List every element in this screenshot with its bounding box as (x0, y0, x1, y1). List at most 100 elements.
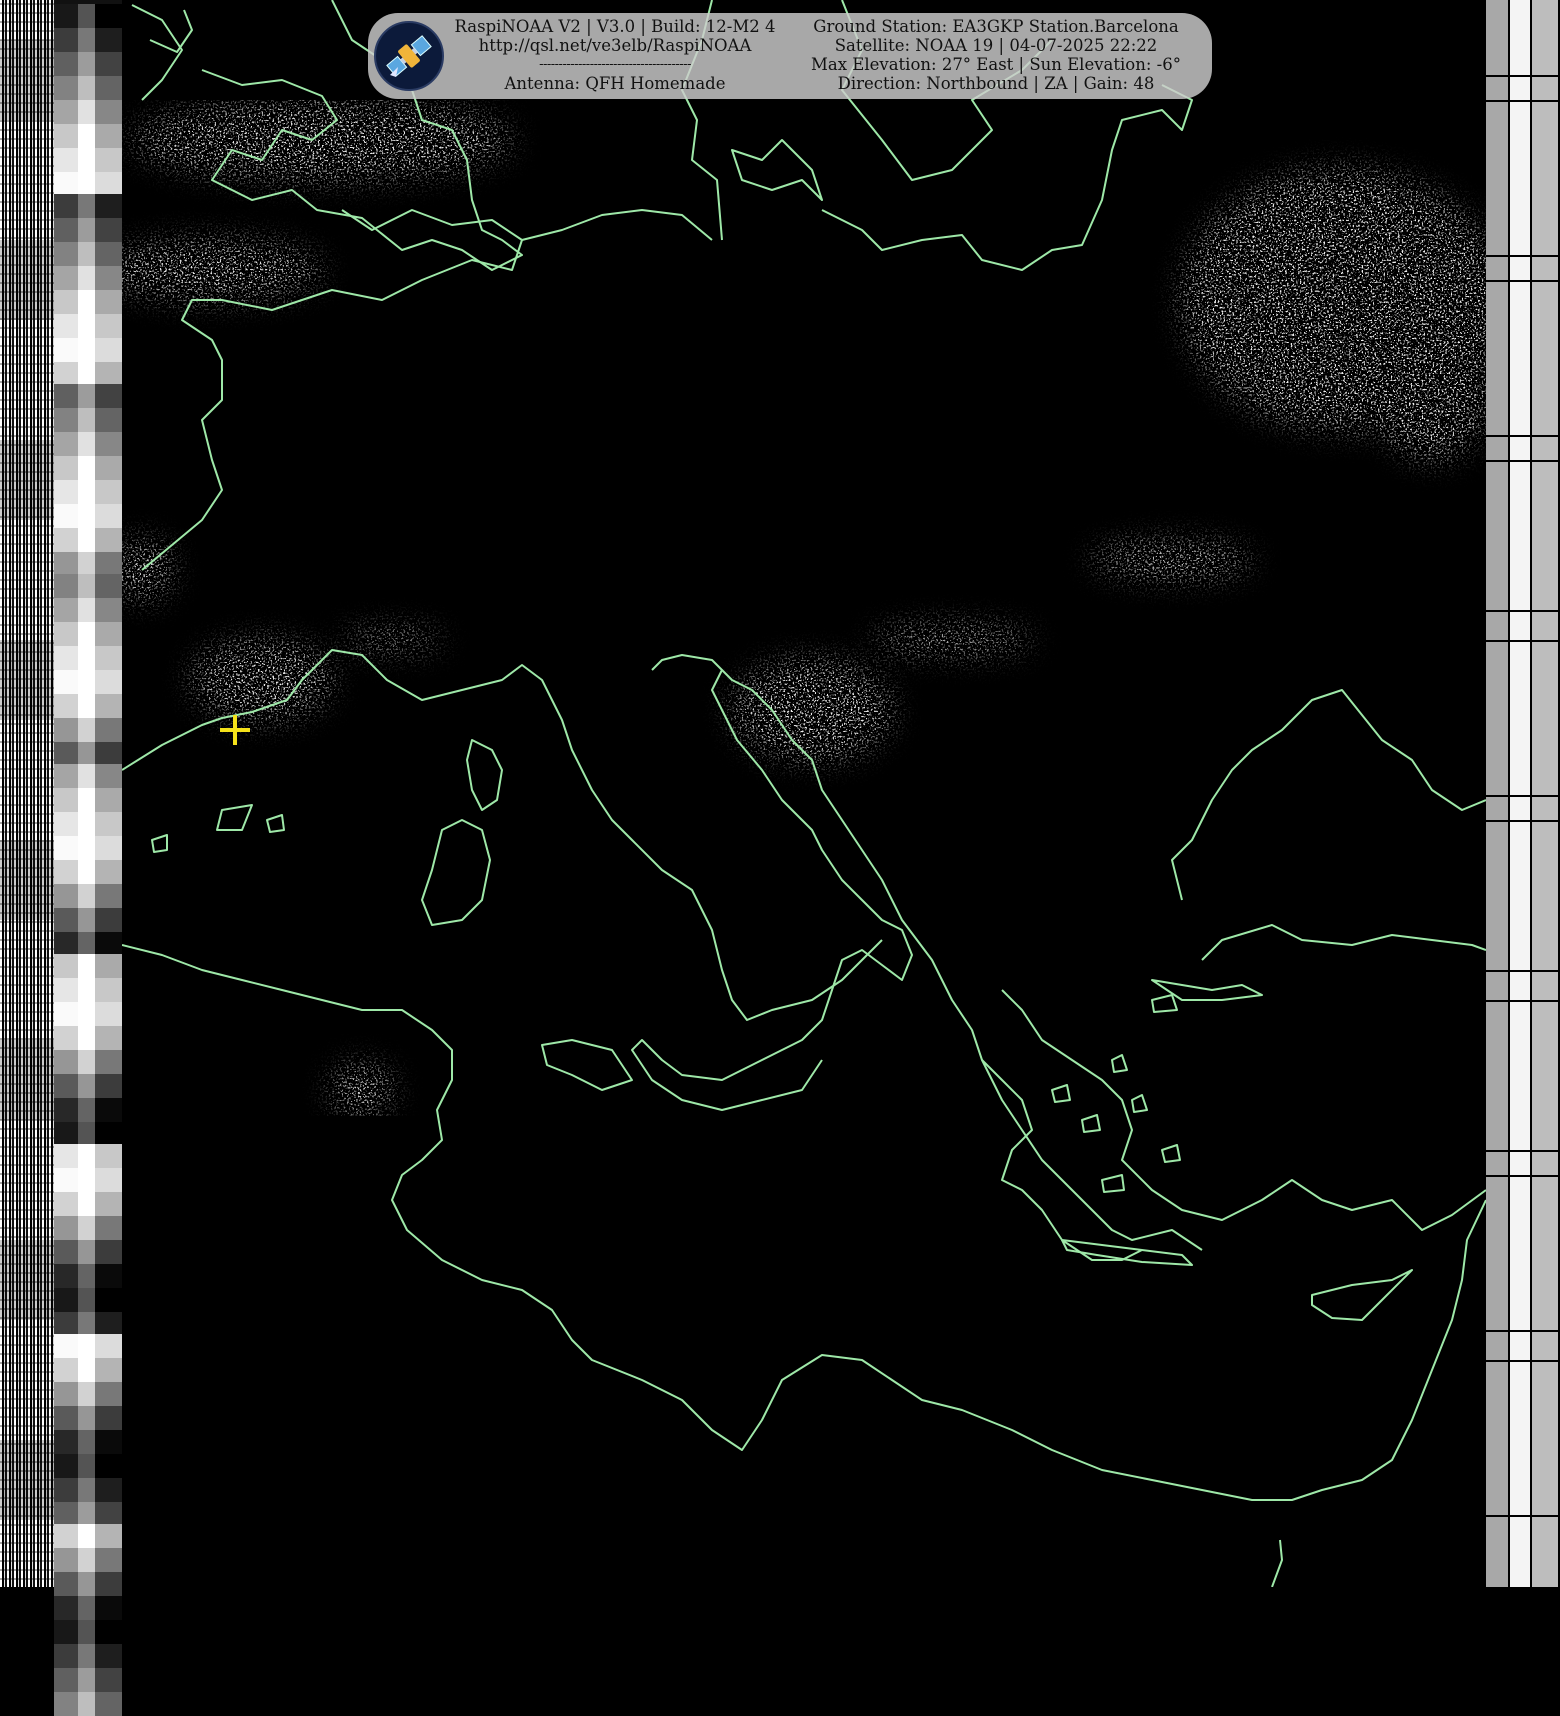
telemetry-wedge-block (54, 194, 122, 386)
telemetry-wedge-cell (54, 242, 122, 266)
telemetry-wedge-cell (54, 1144, 122, 1168)
telemetry-wedge-cell (54, 1692, 122, 1716)
telemetry-tick (1486, 1330, 1560, 1332)
telemetry-wedge-cell (54, 1026, 122, 1050)
telemetry-band (1510, 0, 1530, 1587)
telemetry-tick (1486, 610, 1560, 612)
plus-marker-icon (220, 715, 250, 745)
telemetry-wedge-cell (54, 670, 122, 694)
telemetry-wedge-cell (54, 408, 122, 432)
telemetry-wedge-cell (54, 622, 122, 646)
antenna-text: Antenna: QFH Homemade (504, 74, 726, 93)
telemetry-wedge-block (54, 574, 122, 766)
telemetry-tick (1486, 1175, 1560, 1177)
map-svg (122, 0, 1486, 1587)
telemetry-wedge-cell (54, 1168, 122, 1192)
telemetry-wedge-cell (54, 1074, 122, 1098)
telemetry-tick (1486, 460, 1560, 462)
telemetry-wedge-cell (54, 28, 122, 52)
logo (374, 21, 444, 91)
telemetry-wedge-cell (54, 1406, 122, 1430)
telemetry-tick (1486, 1515, 1560, 1517)
telemetry-wedge-cell (54, 788, 122, 812)
telemetry-tick (1486, 255, 1560, 257)
telemetry-wedge-cell (54, 1264, 122, 1288)
telemetry-wedge-cell (54, 172, 122, 196)
telemetry-wedge-cell (54, 718, 122, 742)
telemetry-wedge-cell (54, 100, 122, 124)
telemetry-wedge-cell (54, 598, 122, 622)
telemetry-wedge-cell (54, 1050, 122, 1074)
telemetry-band (1486, 0, 1508, 1587)
telemetry-wedge-cell (54, 552, 122, 576)
telemetry-wedge-cell (54, 338, 122, 362)
telemetry-wedge-cell (54, 456, 122, 480)
telemetry-wedge-cell (54, 646, 122, 670)
telemetry-wedge-cell (54, 504, 122, 528)
telemetry-wedge-cell (54, 1358, 122, 1382)
software-version-text: RaspiNOAA V2 | V3.0 | Build: 12-M2 4 (454, 17, 776, 36)
ground-station-marker (218, 713, 252, 747)
telemetry-wedge-cell (54, 1596, 122, 1620)
telemetry-wedge-cell (54, 1644, 122, 1668)
separator-text: --------------------------------------- (539, 57, 691, 72)
telemetry-wedge-cell (54, 1098, 122, 1122)
elevation-text: Max Elevation: 27° East | Sun Elevation:… (811, 55, 1181, 74)
telemetry-wedge-cell (54, 1382, 122, 1406)
left-telemetry-wedges (54, 0, 122, 1716)
telemetry-wedge-block (54, 1524, 122, 1716)
telemetry-wedge-cell (54, 1524, 122, 1548)
telemetry-tick (1486, 1360, 1560, 1362)
telemetry-wedge-cell (54, 1288, 122, 1312)
telemetry-wedge-cell (54, 1454, 122, 1478)
telemetry-wedge-cell (54, 52, 122, 76)
telemetry-wedge-cell (54, 1572, 122, 1596)
telemetry-tick (1486, 795, 1560, 797)
telemetry-wedge-cell (54, 694, 122, 718)
telemetry-wedge-cell (54, 812, 122, 836)
left-noise-overlay (0, 0, 54, 1587)
telemetry-wedge-cell (54, 884, 122, 908)
telemetry-tick (1486, 970, 1560, 972)
direction-text: Direction: Northbound | ZA | Gain: 48 (837, 74, 1155, 93)
telemetry-tick (1486, 1150, 1560, 1152)
telemetry-tick (1486, 100, 1560, 102)
telemetry-wedge-cell (54, 954, 122, 978)
telemetry-wedge-cell (54, 836, 122, 860)
telemetry-wedge-cell (54, 194, 122, 218)
telemetry-wedge-cell (54, 528, 122, 552)
telemetry-wedge-cell (54, 4, 122, 28)
telemetry-wedge-cell (54, 932, 122, 956)
telemetry-wedge-cell (54, 1334, 122, 1358)
telemetry-band (1532, 0, 1558, 1587)
telemetry-wedge-cell (54, 290, 122, 314)
right-telemetry-strip (1486, 0, 1560, 1587)
satellite-image (122, 0, 1486, 1587)
telemetry-wedge-cell (54, 1002, 122, 1026)
satellite-text: Satellite: NOAA 19 | 04-07-2025 22:22 (834, 36, 1158, 55)
telemetry-wedge-cell (54, 76, 122, 100)
telemetry-tick (1486, 280, 1560, 282)
telemetry-wedge-block (54, 1144, 122, 1336)
telemetry-wedge-cell (54, 1620, 122, 1644)
telemetry-wedge-cell (54, 362, 122, 386)
telemetry-wedge-cell (54, 218, 122, 242)
telemetry-tick (1486, 1000, 1560, 1002)
telemetry-wedge-cell (54, 1502, 122, 1526)
info-panel: RaspiNOAA V2 | V3.0 | Build: 12-M2 4 htt… (368, 13, 1212, 99)
telemetry-wedge-cell (54, 148, 122, 172)
telemetry-wedge-block (54, 764, 122, 956)
satellite-icon (386, 35, 432, 77)
telemetry-wedge-cell (54, 266, 122, 290)
telemetry-tick (1486, 435, 1560, 437)
telemetry-wedge-cell (54, 978, 122, 1002)
telemetry-wedge-cell (54, 1240, 122, 1264)
telemetry-wedge-cell (54, 432, 122, 456)
info-right-column: Ground Station: EA3GKP Station.Barcelona… (804, 17, 1188, 93)
telemetry-wedge-cell (54, 764, 122, 788)
telemetry-wedge-cell (54, 1312, 122, 1336)
telemetry-wedge-cell (54, 742, 122, 766)
telemetry-wedge-cell (54, 1478, 122, 1502)
telemetry-wedge-cell (54, 1668, 122, 1692)
telemetry-wedge-cell (54, 1122, 122, 1146)
